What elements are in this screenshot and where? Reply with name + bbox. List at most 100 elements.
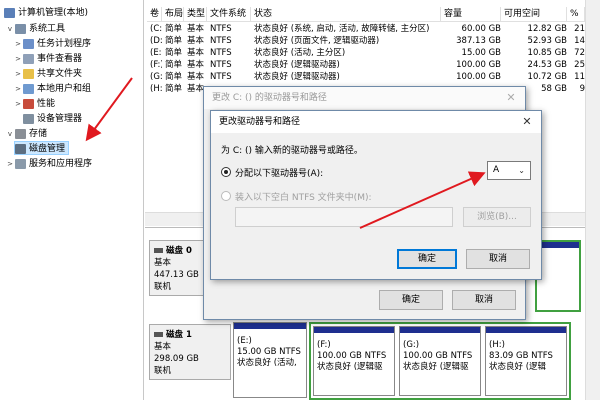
table-cell[interactable]: 简单 xyxy=(162,23,184,35)
table-cell[interactable]: 100.00 GB xyxy=(441,71,501,83)
task-scheduler-icon xyxy=(23,38,34,49)
tree-item-task-scheduler[interactable]: > 任务计划程序 xyxy=(14,37,91,51)
table-cell[interactable]: 基本 xyxy=(184,71,207,83)
table-cell[interactable]: 14 xyxy=(567,35,585,47)
table-cell[interactable]: (F:) xyxy=(147,59,162,71)
inner-ok-button[interactable]: 确定 xyxy=(397,249,457,269)
expand-icon[interactable]: > xyxy=(14,97,22,111)
tree-item-computer-management[interactable]: 计算机管理(本地) xyxy=(4,6,88,20)
column-header-percent[interactable]: % xyxy=(567,7,585,22)
vertical-scrollbar[interactable] xyxy=(585,0,600,400)
column-header-type[interactable]: 类型 xyxy=(184,7,207,22)
tree-item-system-tools[interactable]: v 系统工具 xyxy=(6,22,65,36)
performance-icon xyxy=(23,98,34,109)
table-cell[interactable]: NTFS xyxy=(207,71,251,83)
table-cell[interactable]: 10.72 GB xyxy=(501,71,567,83)
table-cell[interactable]: 状态良好 (逻辑驱动器) xyxy=(251,71,441,83)
table-cell[interactable]: 9 xyxy=(567,83,585,95)
assign-letter-label[interactable]: 分配以下驱动器号(A): xyxy=(235,166,323,179)
disk-1-label[interactable]: 磁盘 1 基本 298.09 GB 联机 xyxy=(149,324,231,380)
close-icon[interactable]: ✕ xyxy=(503,90,519,106)
partition-e[interactable]: (E:) 15.00 GB NTFS 状态良好 (活动, xyxy=(233,322,307,398)
storage-icon xyxy=(15,128,26,139)
expand-icon[interactable]: > xyxy=(14,52,22,66)
column-header-capacity[interactable]: 容量 xyxy=(441,7,501,22)
table-cell[interactable]: 15.00 GB xyxy=(441,47,501,59)
mount-path-field[interactable] xyxy=(235,207,453,227)
table-cell[interactable]: 52.93 GB xyxy=(501,35,567,47)
expand-icon[interactable]: > xyxy=(14,67,22,81)
tree-item-device-manager[interactable]: 设备管理器 xyxy=(23,112,82,126)
tree-item-shared-folders[interactable]: > 共享文件夹 xyxy=(14,67,82,81)
computer-management-icon xyxy=(4,7,15,18)
collapse-icon[interactable]: v xyxy=(6,127,14,141)
table-cell[interactable]: 60.00 GB xyxy=(441,23,501,35)
close-icon[interactable]: ✕ xyxy=(519,114,535,130)
expand-icon[interactable]: > xyxy=(14,37,22,51)
table-cell[interactable]: NTFS xyxy=(207,35,251,47)
users-icon xyxy=(23,83,34,94)
partition-h[interactable]: (H:) 83.09 GB NTFS 状态良好 (逻辑 xyxy=(485,326,567,396)
table-cell[interactable]: 25 xyxy=(567,59,585,71)
column-header-layout[interactable]: 布局 xyxy=(162,7,184,22)
table-cell[interactable]: 10.85 GB xyxy=(501,47,567,59)
table-cell[interactable]: 12.82 GB xyxy=(501,23,567,35)
tools-icon xyxy=(15,23,26,34)
expand-icon[interactable]: > xyxy=(14,82,22,96)
table-cell[interactable]: 基本 xyxy=(184,59,207,71)
table-cell[interactable]: 简单 xyxy=(162,35,184,47)
table-cell[interactable]: 状态良好 (逻辑驱动器) xyxy=(251,59,441,71)
browse-button[interactable]: 浏览(B)... xyxy=(463,207,531,227)
disk-management-icon xyxy=(15,143,26,154)
partition-f[interactable]: (F:) 100.00 GB NTFS 状态良好 (逻辑驱 xyxy=(313,326,395,396)
table-cell[interactable]: 11 xyxy=(567,71,585,83)
inner-cancel-button[interactable]: 取消 xyxy=(466,249,530,269)
table-cell[interactable]: 387.13 GB xyxy=(441,35,501,47)
table-cell[interactable]: (H:) xyxy=(147,83,162,95)
table-cell[interactable]: (D:) xyxy=(147,35,162,47)
table-cell[interactable]: 100.00 GB xyxy=(441,59,501,71)
table-cell[interactable]: 状态良好 (系统, 启动, 活动, 故障转储, 主分区) xyxy=(251,23,441,35)
table-cell[interactable]: NTFS xyxy=(207,23,251,35)
assign-letter-radio[interactable] xyxy=(221,167,231,177)
column-header-free-space[interactable]: 可用空间 xyxy=(501,7,567,22)
tree-item-event-viewer[interactable]: > 事件查看器 xyxy=(14,52,82,66)
outer-ok-button[interactable]: 确定 xyxy=(379,290,443,310)
table-cell[interactable]: 基本 xyxy=(184,47,207,59)
collapse-icon[interactable]: v xyxy=(6,22,14,36)
table-cell[interactable]: (E:) xyxy=(147,47,162,59)
tree-item-storage[interactable]: v 存储 xyxy=(6,127,47,141)
tree-item-performance[interactable]: > 性能 xyxy=(14,97,55,111)
tree-item-disk-management[interactable]: 磁盘管理 xyxy=(14,141,70,155)
table-cell[interactable]: 简单 xyxy=(162,83,184,95)
dialog-prompt: 为 C: () 输入新的驱动器号或路径。 xyxy=(221,146,363,156)
table-cell[interactable]: 基本 xyxy=(184,35,207,47)
partition-g[interactable]: (G:) 100.00 GB NTFS 状态良好 (逻辑驱 xyxy=(399,326,481,396)
chevron-down-icon: ⌄ xyxy=(518,166,525,175)
mount-folder-label[interactable]: 装入以下空白 NTFS 文件夹中(M): xyxy=(235,190,372,203)
table-cell[interactable]: (C:) xyxy=(147,23,162,35)
column-header-volume[interactable]: 卷 xyxy=(147,7,162,22)
table-cell[interactable]: NTFS xyxy=(207,47,251,59)
drive-letter-select[interactable]: A ⌄ xyxy=(487,161,531,180)
column-header-filesystem[interactable]: 文件系统 xyxy=(207,7,251,22)
table-cell[interactable]: 24.53 GB xyxy=(501,59,567,71)
outer-cancel-button[interactable]: 取消 xyxy=(452,290,516,310)
column-header-status[interactable]: 状态 xyxy=(251,7,441,22)
table-cell[interactable]: 状态良好 (页面文件, 逻辑驱动器) xyxy=(251,35,441,47)
table-cell[interactable]: 状态良好 (活动, 主分区) xyxy=(251,47,441,59)
table-cell[interactable]: (G:) xyxy=(147,71,162,83)
tree-item-services-apps[interactable]: > 服务和应用程序 xyxy=(6,157,92,171)
expand-icon[interactable]: > xyxy=(6,157,14,171)
table-cell[interactable]: 简单 xyxy=(162,71,184,83)
outer-dialog-titlebar[interactable]: 更改 C: () 的驱动器号和路径 xyxy=(204,87,525,109)
inner-dialog-titlebar[interactable]: 更改驱动器号和路径 xyxy=(211,111,541,133)
mount-folder-radio[interactable] xyxy=(221,191,231,201)
table-cell[interactable]: 72 xyxy=(567,47,585,59)
table-cell[interactable]: 21 xyxy=(567,23,585,35)
tree-item-local-users[interactable]: > 本地用户和组 xyxy=(14,82,91,96)
table-cell[interactable]: 基本 xyxy=(184,23,207,35)
table-cell[interactable]: 简单 xyxy=(162,47,184,59)
table-cell[interactable]: NTFS xyxy=(207,59,251,71)
table-cell[interactable]: 简单 xyxy=(162,59,184,71)
